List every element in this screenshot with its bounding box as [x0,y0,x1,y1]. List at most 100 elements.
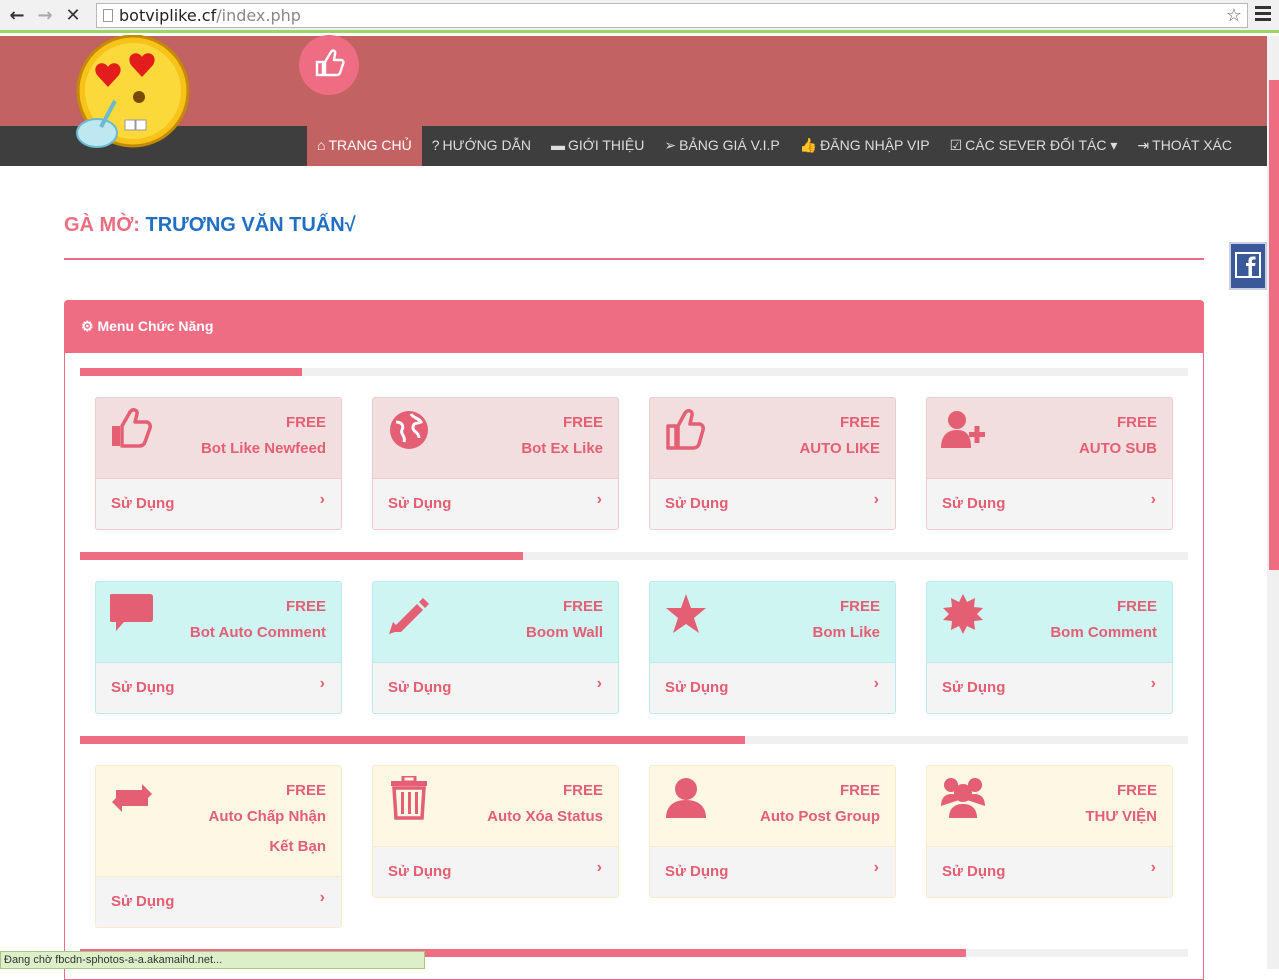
nav-item-3[interactable]: ➢BẢNG GIÁ V.I.P [654,126,789,166]
nav-item-5[interactable]: ☑CÁC SEVER ĐỐI TÁC ▾ [940,126,1128,166]
owner-line: GÀ MỜ: TRƯƠNG VĂN TUẤN√ [64,214,356,237]
browser-menu-icon[interactable] [1255,6,1271,24]
nav-label: HƯỚNG DẪN [443,137,532,153]
use-label: Sử Dụng [942,495,1005,512]
feature-card: FREEBom Comment Sử Dụng › [926,581,1173,714]
nav-label: BẢNG GIÁ V.I.P [679,137,780,153]
use-label: Sử Dụng [388,679,451,696]
feature-card: FREEAUTO SUBSử Dụng› [926,397,1173,530]
comment-icon [110,592,154,636]
use-button[interactable]: Sử Dụng› [927,846,1172,897]
thumbs-up-icon: 👍 [800,137,817,153]
chevron-right-icon: › [1151,659,1156,709]
divider [64,258,1204,260]
feature-card: FREEBot Auto Comment Sử Dụng › [95,581,342,714]
nav-label: TRANG CHỦ [328,137,411,153]
progress-bar [80,552,1188,560]
nav-menu: ⌂TRANG CHỦ?HƯỚNG DẪN▬GIỚI THIỆU➢BẢNG GIÁ… [307,126,1242,166]
owner-label: GÀ MỜ: [64,214,140,236]
certificate-icon [941,592,985,636]
feature-card: FREEAuto Xóa StatusSử Dụng› [372,765,619,898]
back-icon[interactable]: ← [6,5,28,27]
chevron-right-icon: › [597,475,602,525]
nav-label: GIỚI THIỆU [568,137,644,153]
use-button[interactable]: Sử Dụng › [650,846,895,897]
nav-label: THOÁT XÁC [1152,137,1232,153]
owner-name: TRƯƠNG VĂN TUẤN√ [146,214,356,236]
progress-fill [80,736,745,744]
nav-item-4[interactable]: 👍ĐĂNG NHẬP VIP [790,126,940,166]
use-button[interactable]: Sử Dụng › [96,478,341,529]
address-bar[interactable]: botviplike.cf/index.php ☆ [96,3,1248,28]
use-button[interactable]: Sử Dụng › [373,478,618,529]
nav-item-6[interactable]: ⇥THOÁT XÁC [1127,126,1242,166]
use-label: Sử Dụng [388,863,451,880]
progress-fill [80,552,523,560]
user-plus-icon [941,408,985,452]
status-bar: Đang chờ fbcdn-sphotos-a-a.akamaihd.net.… [0,951,425,969]
card-body: FREEAuto Chấp Nhận Kết Bạn [96,766,341,876]
chevron-right-icon: › [320,475,325,525]
card-body: FREEBot Ex Like [373,398,618,478]
use-label: Sử Dụng [388,495,451,512]
question-icon: ? [432,137,440,153]
use-button[interactable]: Sử Dụng› [650,662,895,713]
like-button[interactable] [299,35,359,95]
pencil-icon [387,592,431,636]
use-button[interactable]: Sử Dụng› [927,478,1172,529]
facebook-tab[interactable] [1229,242,1267,290]
use-label: Sử Dụng [942,679,1005,696]
use-button[interactable]: Sử Dụng› [96,876,341,927]
scrollbar-thumb[interactable] [1269,80,1279,570]
thumbs-up-icon [299,35,359,95]
nav-item-0[interactable]: ⌂TRANG CHỦ [307,126,422,166]
card-body: FREETHƯ VIỆN [927,766,1172,846]
users-icon [941,776,985,820]
use-button[interactable]: Sử Dụng› [650,478,895,529]
use-label: Sử Dụng [665,495,728,512]
nav-item-2[interactable]: ▬GIỚI THIỆU [541,126,654,166]
use-button[interactable]: Sử Dụng › [96,662,341,713]
feature-card: FREEBot Ex Like Sử Dụng › [372,397,619,530]
chevron-right-icon: › [874,843,879,893]
chevron-right-icon: › [1151,843,1156,893]
use-button[interactable]: Sử Dụng › [927,662,1172,713]
card-body: FREEAuto Post Group [650,766,895,846]
bookmark-star-icon[interactable]: ☆ [1226,4,1242,27]
use-label: Sử Dụng [111,679,174,696]
use-button[interactable]: Sử Dụng › [373,846,618,897]
url-domain: botviplike.cf [119,6,216,25]
trash-icon [387,776,431,820]
user-icon [664,776,708,820]
card-body: FREEBom Comment [927,582,1172,662]
card-body: FREEAUTO SUB [927,398,1172,478]
card-body: FREEBot Auto Comment [96,582,341,662]
paper-plane-icon: ➢ [664,137,676,153]
chevron-right-icon: › [597,659,602,709]
nav-label: CÁC SEVER ĐỐI TÁC [965,137,1106,153]
sign-out-icon: ⇥ [1137,137,1149,153]
nav-label: ĐĂNG NHẬP VIP [820,137,929,153]
forward-icon[interactable]: → [34,5,56,27]
chevron-right-icon: › [320,659,325,709]
love-emoji-logo-icon[interactable] [67,35,192,153]
panel-header: ⚙ Menu Chức Năng [65,301,1203,353]
chevron-right-icon: › [320,873,325,923]
feature-card: FREEBom LikeSử Dụng› [649,581,896,714]
stop-icon[interactable]: ✕ [62,5,84,27]
card-body: FREEBot Like Newfeed [96,398,341,478]
use-label: Sử Dụng [665,679,728,696]
chevron-right-icon: › [597,843,602,893]
page-icon [103,9,113,22]
retweet-icon [110,776,154,820]
briefcase-icon: ▬ [551,137,565,153]
progress-fill [80,368,302,376]
use-label: Sử Dụng [111,495,174,512]
use-button[interactable]: Sử Dụng › [373,662,618,713]
nav-item-1[interactable]: ?HƯỚNG DẪN [422,126,541,166]
use-label: Sử Dụng [665,863,728,880]
progress-bar [80,368,1188,376]
thumbs-up-outline-icon [664,408,708,452]
feature-card: FREEBoom WallSử Dụng› [372,581,619,714]
browser-toolbar: ← → ✕ botviplike.cf/index.php ☆ [0,0,1279,33]
